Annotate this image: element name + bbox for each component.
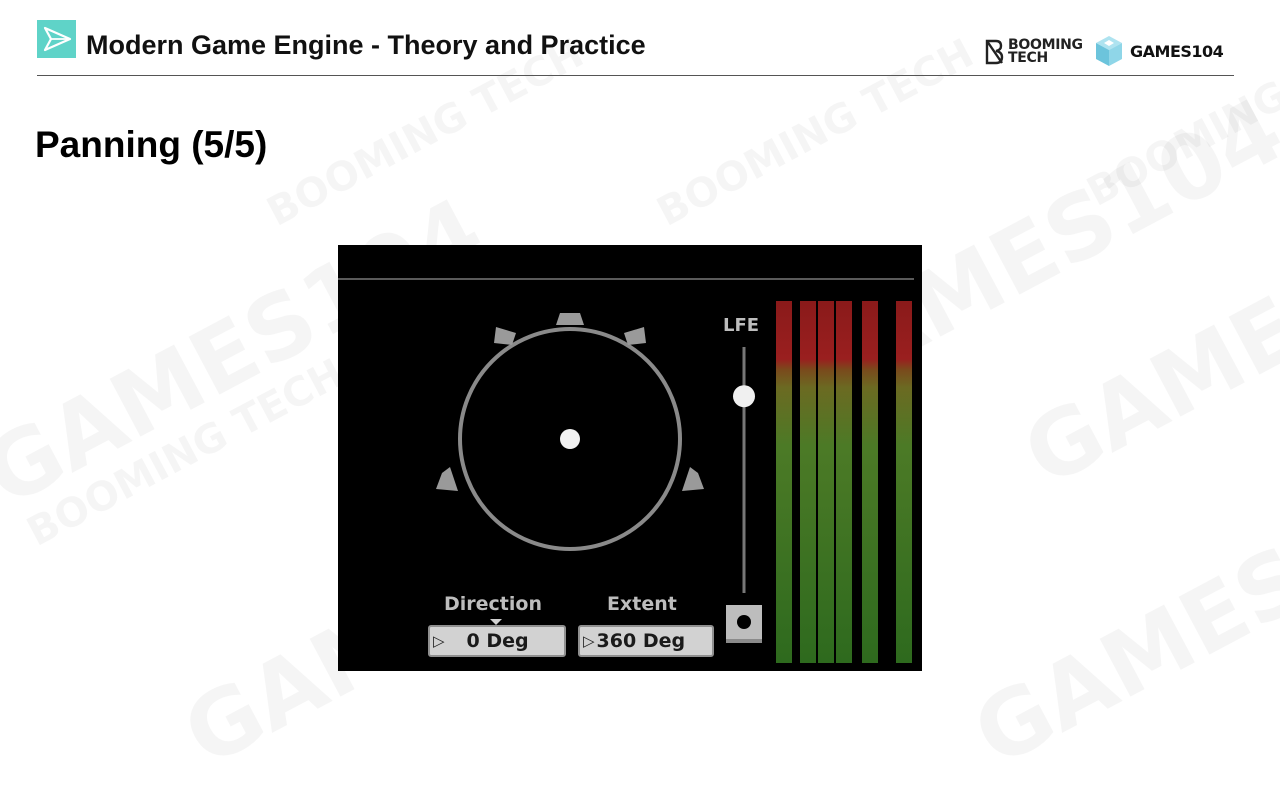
level-meters [776, 301, 912, 663]
panner-panel: LFE Direction Extent ▷ 0 Deg ▷ 360 Deg [338, 245, 922, 671]
direction-field[interactable]: ▷ 0 Deg [428, 625, 566, 657]
lfe-slider-knob[interactable] [733, 385, 755, 408]
meter-channel-2 [800, 301, 816, 663]
lfe-label: LFE [723, 315, 760, 336]
pan-position-dot[interactable] [560, 429, 580, 449]
header-divider [37, 75, 1234, 76]
watermark: GAMES104 [1007, 158, 1280, 508]
watermark: BOOMING TECH [260, 30, 591, 235]
speaker-right-icon [624, 327, 646, 345]
subwoofer-icon [726, 605, 762, 643]
speaker-left-icon [494, 327, 516, 345]
speaker-surround-right-icon [682, 467, 704, 491]
cube-icon [1096, 36, 1122, 66]
meter-channel-4 [836, 301, 852, 663]
speaker-surround-left-icon [436, 467, 458, 491]
course-logo [37, 20, 76, 58]
watermark: BOOMING TECH [20, 350, 351, 555]
direction-value: 0 Deg [466, 630, 529, 652]
slide-title: Panning (5/5) [35, 124, 268, 165]
extent-field[interactable]: ▷ 360 Deg [578, 625, 714, 657]
play-icon: ▷ [583, 632, 595, 650]
booming-tech-icon [985, 39, 1004, 65]
meter-channel-6 [896, 301, 912, 663]
meter-channel-5 [862, 301, 878, 663]
direction-label: Direction [444, 593, 542, 615]
header-title: Modern Game Engine - Theory and Practice [86, 30, 646, 60]
watermark: GAMES104 [957, 438, 1280, 787]
extent-value: 360 Deg [596, 630, 686, 652]
meter-channel-1 [776, 301, 792, 663]
brand-booming-line2: TECH [1008, 50, 1048, 66]
meter-channel-3 [818, 301, 834, 663]
booming-tech-logo: BOOMING TECH [984, 36, 1083, 68]
watermark: BOOMING TECH [650, 30, 981, 235]
speaker-center-icon [556, 313, 584, 325]
brand-games-text: GAMES104 [1130, 41, 1224, 61]
play-icon: ▷ [433, 632, 445, 650]
speaker-icons [436, 313, 704, 491]
games104-logo: GAMES104 [1094, 34, 1224, 68]
extent-label: Extent [607, 593, 677, 615]
